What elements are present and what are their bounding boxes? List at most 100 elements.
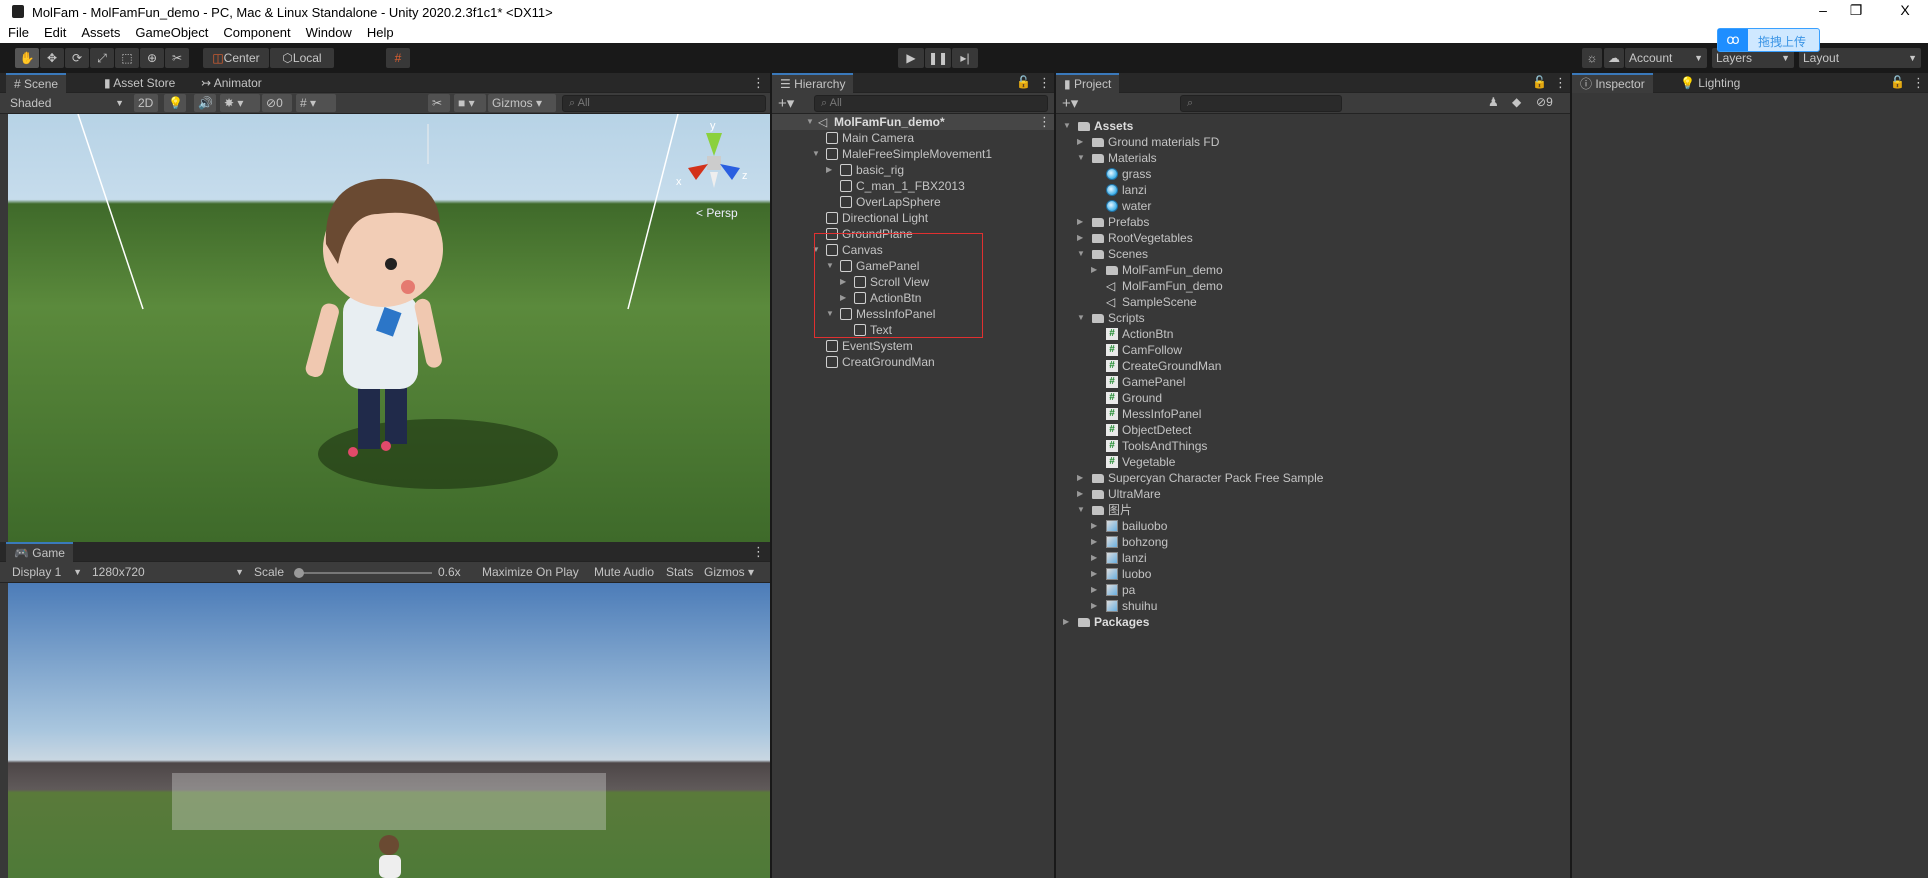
project-item-scenes[interactable]: ▼ Scenes xyxy=(1056,246,1570,262)
project-item-materials[interactable]: ▼ Materials xyxy=(1056,150,1570,166)
panel-menu-icon[interactable]: ⋮ xyxy=(1912,75,1925,91)
scene-viewport[interactable]: y x z < Persp xyxy=(8,114,770,542)
camera-dropdown[interactable]: ■ ▾ xyxy=(454,94,486,112)
expand-arrow-right-icon[interactable]: ▶ xyxy=(826,162,832,178)
menu-assets[interactable]: Assets xyxy=(73,24,127,43)
project-item-objectdetect[interactable]: # ObjectDetect xyxy=(1056,422,1570,438)
project-item-pa[interactable]: ▶ pa xyxy=(1056,582,1570,598)
cloud-button[interactable]: ☁ xyxy=(1604,48,1624,68)
tab-asset-store[interactable]: ▮ Asset Store xyxy=(96,73,183,93)
hierarchy-item-creatgroundman[interactable]: CreatGroundMan xyxy=(772,354,1054,370)
project-item-actionbtn[interactable]: # ActionBtn xyxy=(1056,326,1570,342)
expand-arrow-down-icon[interactable]: ▼ xyxy=(812,146,820,162)
hierarchy-item-basic-rig[interactable]: ▶ basic_rig xyxy=(772,162,1054,178)
hierarchy-item-directional-light[interactable]: Directional Light xyxy=(772,210,1054,226)
maximize-on-play-toggle[interactable]: Maximize On Play xyxy=(478,563,586,581)
project-item-supercyan-character-pack-free-sample[interactable]: ▶ Supercyan Character Pack Free Sample xyxy=(1056,470,1570,486)
hidden-objects-toggle[interactable]: ⊘0 xyxy=(262,94,292,112)
audio-toggle-icon[interactable]: 🔊 xyxy=(194,94,216,112)
menu-help[interactable]: Help xyxy=(359,24,401,43)
transform-tool-button[interactable]: ⊕ xyxy=(140,48,164,68)
tab-hierarchy[interactable]: ☰ Hierarchy xyxy=(772,73,854,93)
lock-icon[interactable]: 🔓 xyxy=(1890,75,1905,89)
orientation-gizmo[interactable]: y x z xyxy=(676,120,748,198)
project-item-scripts[interactable]: ▼ Scripts xyxy=(1056,310,1570,326)
panel-menu-icon[interactable]: ⋮ xyxy=(1554,75,1567,91)
close-button[interactable]: X xyxy=(1890,2,1920,18)
stats-toggle[interactable]: Stats xyxy=(662,563,696,581)
lock-icon[interactable]: 🔓 xyxy=(1016,75,1031,89)
expand-arrow-down-icon[interactable]: ▼ xyxy=(1077,150,1085,166)
tab-lighting[interactable]: 💡 Lighting xyxy=(1672,73,1748,93)
step-button[interactable]: ▸| xyxy=(952,48,978,68)
scale-tool-button[interactable]: ⤢ xyxy=(90,48,114,68)
project-item-creategroundman[interactable]: # CreateGroundMan xyxy=(1056,358,1570,374)
project-item-ultramare[interactable]: ▶ UltraMare xyxy=(1056,486,1570,502)
persp-label[interactable]: < Persp xyxy=(696,206,738,220)
scene-header-row[interactable]: ▼ ◁ MolFamFun_demo* ⋮ xyxy=(772,114,1054,130)
resolution-dropdown[interactable]: 1280x720 ▼ xyxy=(88,563,248,581)
minimize-button[interactable]: – xyxy=(1808,2,1838,18)
move-tool-button[interactable]: ✥ xyxy=(40,48,64,68)
tab-scene[interactable]: # Scene xyxy=(6,73,67,93)
scene-menu-icon[interactable]: ⋮ xyxy=(1038,114,1051,130)
effects-dropdown[interactable]: ✸ ▾ xyxy=(220,94,260,112)
tab-project[interactable]: ▮ Project xyxy=(1056,73,1120,93)
project-item-vegetable[interactable]: # Vegetable xyxy=(1056,454,1570,470)
menu-component[interactable]: Component xyxy=(215,24,297,43)
project-item-molfamfun-demo[interactable]: ◁ MolFamFun_demo xyxy=(1056,278,1570,294)
project-item-molfamfun-demo[interactable]: ▶ MolFamFun_demo xyxy=(1056,262,1570,278)
rect-tool-button[interactable]: ⬚ xyxy=(115,48,139,68)
expand-arrow-right-icon[interactable]: ▶ xyxy=(1077,470,1083,486)
project-item-bohzong[interactable]: ▶ bohzong xyxy=(1056,534,1570,550)
expand-arrow-down-icon[interactable]: ▼ xyxy=(1077,246,1085,262)
scale-slider[interactable] xyxy=(294,568,432,578)
create-dropdown[interactable]: +▾ xyxy=(778,94,794,112)
menu-edit[interactable]: Edit xyxy=(36,24,73,43)
project-item-assets[interactable]: ▼ Assets xyxy=(1056,118,1570,134)
project-item-lanzi[interactable]: ▶ lanzi xyxy=(1056,550,1570,566)
menu-window[interactable]: Window xyxy=(298,24,359,43)
project-item-prefabs[interactable]: ▶ Prefabs xyxy=(1056,214,1570,230)
play-button[interactable]: ▶ xyxy=(898,48,924,68)
filter-label-icon[interactable]: ◆ xyxy=(1512,95,1521,109)
lock-icon[interactable]: 🔓 xyxy=(1532,75,1547,89)
menu-file[interactable]: File xyxy=(0,24,36,43)
grid-snap-button[interactable]: # xyxy=(386,48,410,68)
2d-toggle[interactable]: 2D xyxy=(134,94,158,112)
expand-arrow-right-icon[interactable]: ▶ xyxy=(1091,550,1097,566)
panel-menu-icon[interactable]: ⋮ xyxy=(1038,75,1051,91)
account-dropdown[interactable]: Account ▼ xyxy=(1625,48,1707,68)
project-item-samplescene[interactable]: ◁ SampleScene xyxy=(1056,294,1570,310)
hand-tool-button[interactable]: ✋ xyxy=(15,48,39,68)
project-search-input[interactable]: ⌕ xyxy=(1180,95,1342,112)
expand-arrow-right-icon[interactable]: ▶ xyxy=(1077,134,1083,150)
menu-gameobject[interactable]: GameObject xyxy=(127,24,215,43)
mute-audio-toggle[interactable]: Mute Audio xyxy=(590,563,660,581)
custom-tool-button[interactable]: ✂ xyxy=(165,48,189,68)
expand-arrow-right-icon[interactable]: ▶ xyxy=(1077,486,1083,502)
project-item-messinfopanel[interactable]: # MessInfoPanel xyxy=(1056,406,1570,422)
display-dropdown[interactable]: Display 1 ▼ xyxy=(8,563,86,581)
hierarchy-item-main-camera[interactable]: Main Camera xyxy=(772,130,1054,146)
expand-arrow-right-icon[interactable]: ▶ xyxy=(1063,614,1069,630)
project-item-camfollow[interactable]: # CamFollow xyxy=(1056,342,1570,358)
gizmos-dropdown[interactable]: Gizmos ▾ xyxy=(700,563,768,581)
expand-arrow-right-icon[interactable]: ▶ xyxy=(1091,518,1097,534)
project-item-ground-materials-fd[interactable]: ▶ Ground materials FD xyxy=(1056,134,1570,150)
create-dropdown[interactable]: +▾ xyxy=(1062,94,1078,112)
expand-arrow-down-icon[interactable]: ▼ xyxy=(1077,310,1085,326)
project-item-bailuobo[interactable]: ▶ bailuobo xyxy=(1056,518,1570,534)
scene-search-input[interactable]: ⌕ All xyxy=(562,95,766,112)
rotate-tool-button[interactable]: ⟳ xyxy=(65,48,89,68)
grid-dropdown[interactable]: # ▾ xyxy=(296,94,336,112)
expand-arrow-down-icon[interactable]: ▼ xyxy=(1063,118,1071,134)
tools-icon[interactable]: ✂ xyxy=(428,94,450,112)
expand-arrow-right-icon[interactable]: ▶ xyxy=(1077,214,1083,230)
pivot-center-button[interactable]: ◫Center xyxy=(203,48,269,68)
expand-arrow-right-icon[interactable]: ▶ xyxy=(1091,582,1097,598)
hierarchy-item-eventsystem[interactable]: EventSystem xyxy=(772,338,1054,354)
project-item-packages[interactable]: ▶ Packages xyxy=(1056,614,1570,630)
pivot-local-button[interactable]: ⬡Local xyxy=(270,48,334,68)
expand-arrow-right-icon[interactable]: ▶ xyxy=(1091,598,1097,614)
